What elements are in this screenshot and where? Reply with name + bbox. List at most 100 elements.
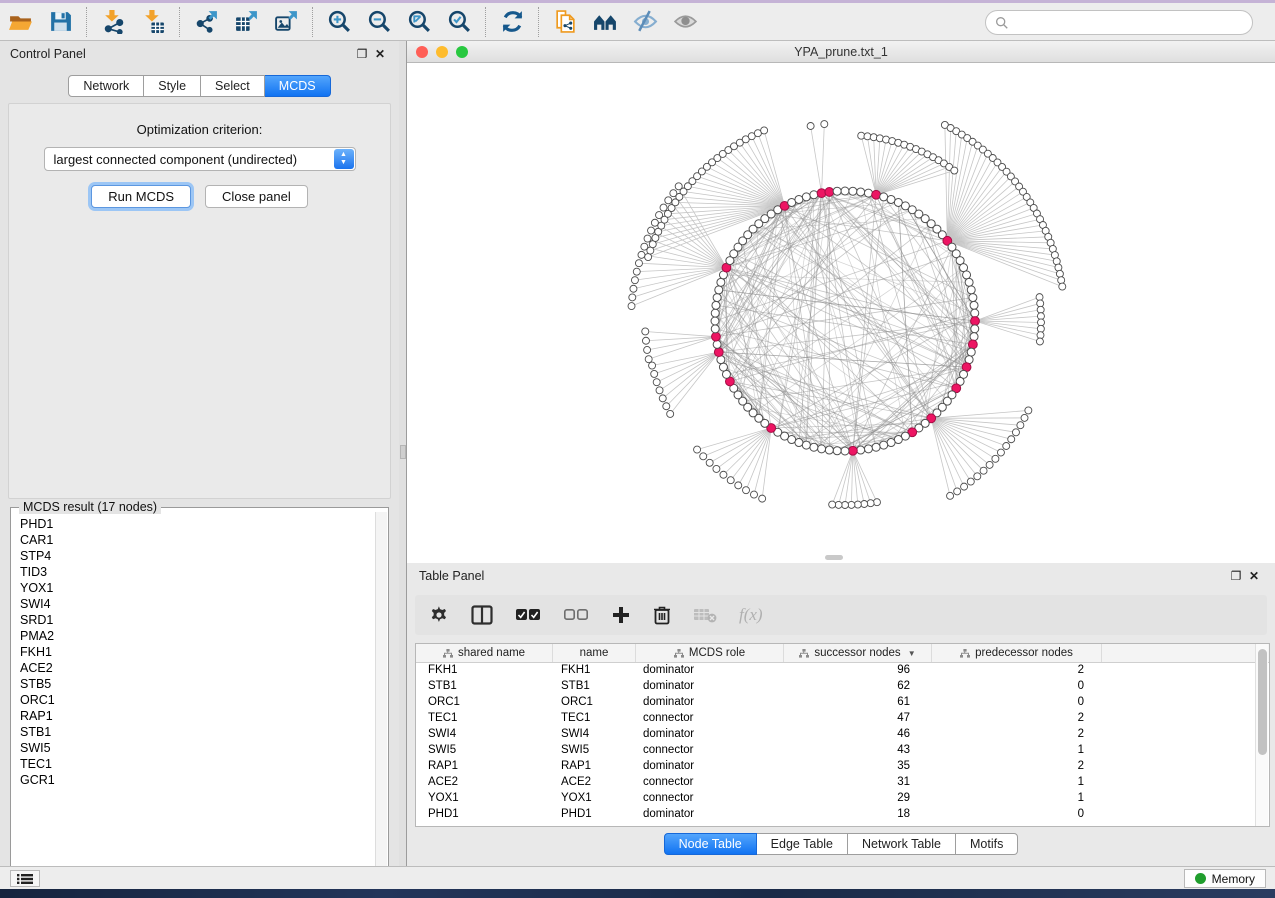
table-cell[interactable]: FKH1 (416, 663, 553, 679)
maximize-window-icon[interactable] (456, 46, 468, 58)
tab-motifs[interactable]: Motifs (956, 833, 1018, 855)
table-cell[interactable]: TEC1 (553, 711, 636, 727)
table-cell[interactable]: dominator (636, 807, 784, 823)
close-panel-icon[interactable]: ✕ (371, 47, 389, 61)
network-window-titlebar[interactable]: YPA_prune.txt_1 (407, 41, 1275, 63)
mcds-result-item[interactable]: FKH1 (20, 644, 374, 660)
close-table-panel-icon[interactable]: ✕ (1245, 569, 1263, 583)
table-cell[interactable]: TEC1 (416, 711, 553, 727)
table-cell[interactable]: 29 (784, 791, 932, 807)
table-cell[interactable]: 2 (932, 663, 1102, 679)
hide-selected-button[interactable] (625, 6, 665, 38)
table-cell[interactable]: connector (636, 775, 784, 791)
export-image-button[interactable] (266, 6, 306, 38)
table-cell[interactable]: PHD1 (416, 807, 553, 823)
table-cell[interactable]: 2 (932, 759, 1102, 775)
mcds-result-item[interactable]: STB1 (20, 724, 374, 740)
panel-splitter[interactable] (399, 41, 407, 866)
zoom-fit-button[interactable] (399, 6, 439, 38)
delete-column-button[interactable] (653, 605, 671, 625)
float-table-panel-icon[interactable]: ❐ (1227, 569, 1245, 583)
tab-mcds[interactable]: MCDS (265, 75, 331, 97)
column-header-shared-name[interactable]: shared name (416, 644, 553, 662)
table-cell[interactable]: 31 (784, 775, 932, 791)
table-cell[interactable]: PHD1 (553, 807, 636, 823)
mcds-result-item[interactable]: TID3 (20, 564, 374, 580)
add-column-button[interactable] (611, 605, 631, 625)
mcds-result-item[interactable]: GCR1 (20, 772, 374, 788)
table-cell[interactable]: connector (636, 791, 784, 807)
table-cell[interactable]: 0 (932, 807, 1102, 823)
table-cell[interactable]: dominator (636, 695, 784, 711)
mcds-result-item[interactable]: ORC1 (20, 692, 374, 708)
table-cell[interactable]: ACE2 (553, 775, 636, 791)
search-input[interactable] (1009, 16, 1252, 30)
tab-node-table[interactable]: Node Table (664, 833, 757, 855)
table-cell[interactable]: 46 (784, 727, 932, 743)
mcds-result-item[interactable]: RAP1 (20, 708, 374, 724)
table-cell[interactable]: dominator (636, 663, 784, 679)
show-all-button[interactable] (665, 6, 705, 38)
mcds-result-item[interactable]: STB5 (20, 676, 374, 692)
table-row[interactable]: PHD1PHD1dominator180 (416, 807, 1269, 823)
export-table-button[interactable] (226, 6, 266, 38)
column-header-predecessor-nodes[interactable]: predecessor nodes (932, 644, 1102, 662)
table-vscroll-thumb[interactable] (1258, 649, 1267, 755)
column-layout-button[interactable] (471, 605, 493, 625)
open-file-button[interactable] (0, 6, 40, 38)
table-row[interactable]: FKH1FKH1dominator962 (416, 663, 1269, 679)
mcds-result-item[interactable]: PHD1 (20, 516, 374, 532)
minimize-window-icon[interactable] (436, 46, 448, 58)
table-row[interactable]: RAP1RAP1dominator352 (416, 759, 1269, 775)
table-cell[interactable]: 2 (932, 727, 1102, 743)
run-mcds-button[interactable]: Run MCDS (91, 185, 191, 208)
table-cell[interactable]: 2 (932, 711, 1102, 727)
memory-button[interactable]: Memory (1184, 869, 1266, 888)
table-row[interactable]: TEC1TEC1connector472 (416, 711, 1269, 727)
import-network-button[interactable] (93, 6, 133, 38)
table-vscrollbar[interactable] (1255, 644, 1268, 826)
float-panel-icon[interactable]: ❐ (353, 47, 371, 61)
table-cell[interactable]: 0 (932, 679, 1102, 695)
mcds-result-item[interactable]: SRD1 (20, 612, 374, 628)
table-cell[interactable]: STB1 (553, 679, 636, 695)
table-cell[interactable]: 1 (932, 791, 1102, 807)
table-cell[interactable]: 62 (784, 679, 932, 695)
table-cell[interactable]: SWI4 (416, 727, 553, 743)
table-cell[interactable]: connector (636, 743, 784, 759)
table-cell[interactable]: ORC1 (416, 695, 553, 711)
mcds-list-scrollbar[interactable] (375, 512, 387, 877)
select-all-checkboxes-button[interactable] (515, 608, 541, 622)
table-cell[interactable]: 35 (784, 759, 932, 775)
table-cell[interactable]: dominator (636, 679, 784, 695)
import-table-button[interactable] (133, 6, 173, 38)
table-row[interactable]: ORC1ORC1dominator610 (416, 695, 1269, 711)
tab-style[interactable]: Style (144, 75, 201, 97)
table-row[interactable]: STB1STB1dominator620 (416, 679, 1269, 695)
table-row[interactable]: SWI5SWI5connector431 (416, 743, 1269, 759)
tab-network[interactable]: Network (68, 75, 144, 97)
criterion-select[interactable]: largest connected component (undirected)… (44, 147, 356, 171)
column-header-successor-nodes[interactable]: successor nodes▼ (784, 644, 932, 662)
column-header-MCDS-role[interactable]: MCDS role (636, 644, 784, 662)
mcds-result-item[interactable]: TEC1 (20, 756, 374, 772)
table-cell[interactable]: SWI5 (553, 743, 636, 759)
table-cell[interactable]: 18 (784, 807, 932, 823)
table-row[interactable]: SWI4SWI4dominator462 (416, 727, 1269, 743)
zoom-selected-button[interactable] (439, 6, 479, 38)
mcds-result-item[interactable]: STP4 (20, 548, 374, 564)
table-cell[interactable]: 96 (784, 663, 932, 679)
deselect-all-checkboxes-button[interactable] (563, 608, 589, 622)
column-header-name[interactable]: name (553, 644, 636, 662)
first-neighbors-button[interactable] (585, 6, 625, 38)
table-cell[interactable]: ORC1 (553, 695, 636, 711)
table-cell[interactable]: connector (636, 711, 784, 727)
network-graph[interactable] (407, 63, 1275, 562)
network-hscroll-thumb[interactable] (825, 555, 843, 560)
mcds-result-list[interactable]: PHD1CAR1STP4TID3YOX1SWI4SRD1PMA2FKH1ACE2… (12, 512, 374, 877)
table-cell[interactable]: dominator (636, 759, 784, 775)
table-cell[interactable]: 1 (932, 743, 1102, 759)
search-box[interactable] (985, 10, 1253, 35)
table-row[interactable]: ACE2ACE2connector311 (416, 775, 1269, 791)
splitter-handle[interactable] (400, 445, 406, 459)
